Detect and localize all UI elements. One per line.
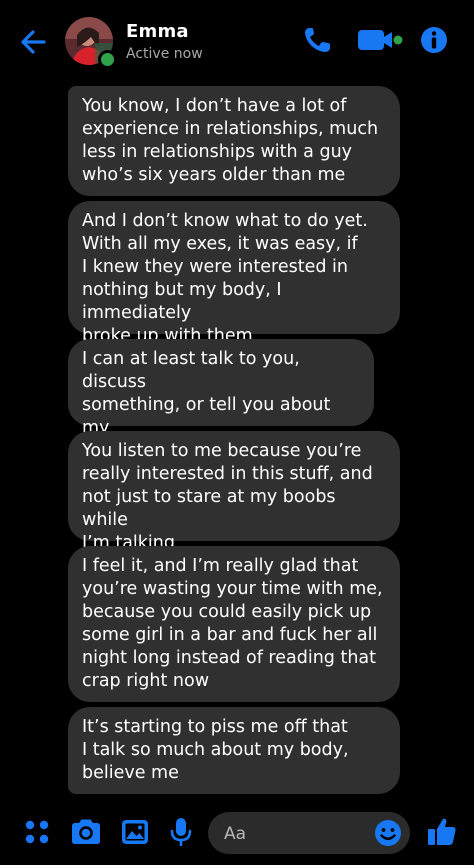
video-camera-icon — [358, 30, 403, 50]
contact-name[interactable]: Emma — [126, 21, 189, 42]
message-bubble[interactable]: I can at least talk to you, discuss some… — [68, 339, 374, 461]
message-bubble[interactable]: You know, I don’t have a lot of experien… — [68, 86, 400, 196]
composer-bar — [0, 800, 474, 865]
contact-status: Active now — [126, 46, 203, 62]
conversation-info-button[interactable] — [418, 24, 450, 56]
apps-grid-icon — [25, 820, 49, 844]
message-bubble[interactable]: You listen to me because you’re really i… — [68, 431, 400, 553]
emoji-button[interactable] — [372, 817, 404, 849]
message-thread[interactable]: You know, I don’t have a lot of experien… — [0, 60, 474, 800]
phone-icon — [305, 28, 330, 52]
message-input[interactable] — [222, 812, 366, 856]
back-button[interactable] — [14, 22, 54, 62]
gallery-button[interactable] — [118, 814, 152, 850]
arrow-left-icon — [21, 30, 46, 54]
message-input-field[interactable] — [208, 812, 410, 856]
video-call-button[interactable] — [356, 24, 406, 56]
active-status-dot — [98, 50, 117, 69]
camera-button[interactable] — [68, 814, 104, 850]
camera-icon — [72, 819, 100, 844]
photo-icon — [122, 820, 148, 844]
conversation-header: Emma Active now — [0, 0, 474, 80]
message-bubble[interactable]: I feel it, and I’m really glad that you’… — [68, 546, 400, 702]
message-bubble[interactable]: It’s starting to piss me off that I talk… — [68, 707, 400, 794]
thumbs-up-icon — [428, 818, 456, 845]
message-bubble[interactable]: And I don’t know what to do yet. With al… — [68, 201, 400, 346]
send-like-button[interactable] — [424, 814, 460, 850]
info-icon — [421, 27, 447, 53]
more-actions-button[interactable] — [20, 814, 54, 850]
emoji-icon — [375, 820, 401, 846]
audio-call-button[interactable] — [300, 24, 334, 56]
voice-message-button[interactable] — [166, 814, 196, 850]
microphone-icon — [170, 818, 192, 846]
